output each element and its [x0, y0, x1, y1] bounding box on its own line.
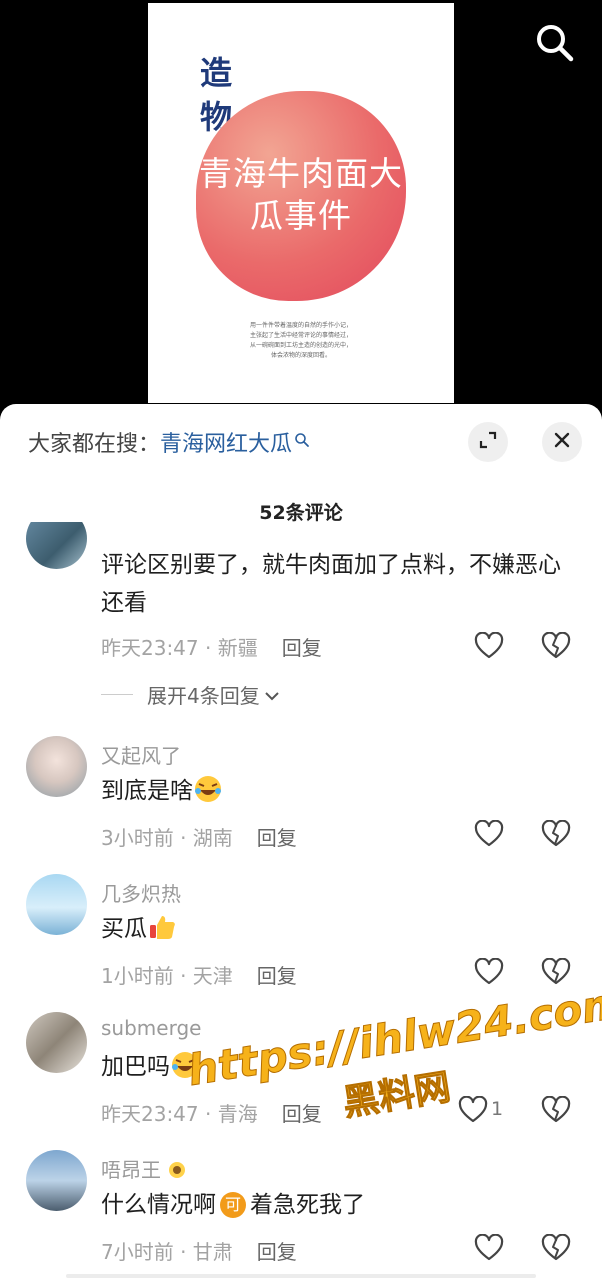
close-button[interactable]	[542, 422, 582, 462]
chevron-down-icon	[264, 683, 280, 707]
expand-replies-button[interactable]: 展开4条回复	[101, 680, 280, 709]
poster-desc-line: 体会浓物的深度回看。	[270, 352, 331, 359]
avatar[interactable]	[26, 1012, 87, 1073]
comment-list[interactable]: 评论区别要了，就牛肉面加了点料，不嫌恶心还看 昨天23:47 · 新疆 回复 展开…	[0, 522, 602, 1280]
poster-desc-line: 用一件件带着温度的自然的手作小记，	[249, 322, 352, 329]
search-small-icon	[294, 429, 310, 447]
comment-sheet: 大家都在搜： 青海网红大瓜 52条评论 评论区别要了，就牛肉面加了点料，不嫌恶心…	[0, 404, 602, 1280]
broken-heart-icon[interactable]	[541, 1233, 571, 1262]
comment-text: 评论区别要了，就牛肉面加了点料，不嫌恶心还看	[101, 552, 561, 616]
comment-username[interactable]: 唔昂王	[101, 1154, 187, 1183]
avatar[interactable]	[26, 1150, 87, 1211]
comment-text-content: 什么情况啊	[101, 1192, 216, 1218]
everyone-searching-label: 大家都在搜：	[28, 432, 161, 457]
comment-count: 52条评论	[259, 502, 343, 524]
comment-meta: 7小时前 · 甘肃 回复	[101, 1236, 297, 1265]
avatar[interactable]	[26, 736, 87, 797]
sunflower-icon	[167, 1158, 187, 1182]
broken-heart-icon[interactable]	[541, 631, 571, 660]
comment-text-content: 到底是啥	[101, 778, 193, 804]
heart-icon[interactable]	[474, 1233, 504, 1262]
comment-time-location: 1小时前 · 天津	[101, 964, 233, 988]
reply-button[interactable]: 回复	[282, 636, 322, 660]
comment-text-content: 买瓜	[101, 916, 147, 942]
avatar[interactable]	[26, 522, 87, 569]
comment-text-content: 加巴吗	[101, 1054, 170, 1080]
comment-text: 买瓜	[101, 910, 571, 948]
laugh-cry-emoji	[193, 774, 223, 804]
poster-desc-line: 主张起了生活中经常评论的事情经过，	[249, 332, 352, 339]
scroll-indicator	[66, 1274, 536, 1278]
heart-icon[interactable]	[474, 631, 504, 660]
comment-username[interactable]: 又起风了	[101, 740, 181, 769]
avatar[interactable]	[26, 874, 87, 935]
comment-text: 到底是啥	[101, 772, 571, 810]
thumbs-up-emoji	[147, 912, 177, 942]
broken-heart-icon[interactable]	[541, 819, 571, 848]
reply-button[interactable]: 回复	[257, 1240, 297, 1264]
expand-icon	[478, 430, 498, 454]
comment-meta: 3小时前 · 湖南 回复	[101, 822, 297, 851]
divider	[101, 694, 133, 695]
video-poster: 造物 青海牛肉面大瓜事件 用一件件带着温度的自然的手作小记， 主张起了生活中经常…	[148, 3, 454, 403]
poster-desc-line: 从一碗碗面到工坊主造的创造的光中，	[249, 342, 352, 349]
comment-text-content: 着急死我了	[250, 1192, 365, 1218]
poster-title: 青海牛肉面大瓜事件	[199, 154, 403, 235]
poster-description: 用一件件带着温度的自然的手作小记， 主张起了生活中经常评论的事情经过， 从一碗碗…	[218, 321, 384, 361]
comment-username-text: 唔昂王	[101, 1158, 161, 1182]
sticker-badge: 可	[220, 1192, 246, 1218]
comment-text: 什么情况啊可着急死我了	[101, 1186, 571, 1224]
reply-button[interactable]: 回复	[257, 826, 297, 850]
expand-replies-label: 展开4条回复	[147, 684, 260, 708]
comment-time-location: 7小时前 · 甘肃	[101, 1240, 233, 1264]
reply-button[interactable]: 回复	[257, 964, 297, 988]
comment-time-location: 昨天23:47 · 新疆	[101, 636, 258, 660]
video-player[interactable]: 造物 青海牛肉面大瓜事件 用一件件带着温度的自然的手作小记， 主张起了生活中经常…	[0, 0, 602, 420]
search-icon[interactable]	[534, 22, 576, 64]
everyone-searching-bar[interactable]: 大家都在搜： 青海网红大瓜	[28, 426, 310, 458]
comment-meta: 昨天23:47 · 新疆 回复	[101, 632, 322, 661]
heart-icon[interactable]	[474, 819, 504, 848]
comment-time-location: 3小时前 · 湖南	[101, 826, 233, 850]
comment-username[interactable]: 几多炽热	[101, 878, 181, 907]
expand-button[interactable]	[468, 422, 508, 462]
close-icon	[553, 431, 571, 453]
trending-keyword-link[interactable]: 青海网红大瓜	[160, 426, 292, 458]
comment-meta: 1小时前 · 天津 回复	[101, 960, 297, 989]
